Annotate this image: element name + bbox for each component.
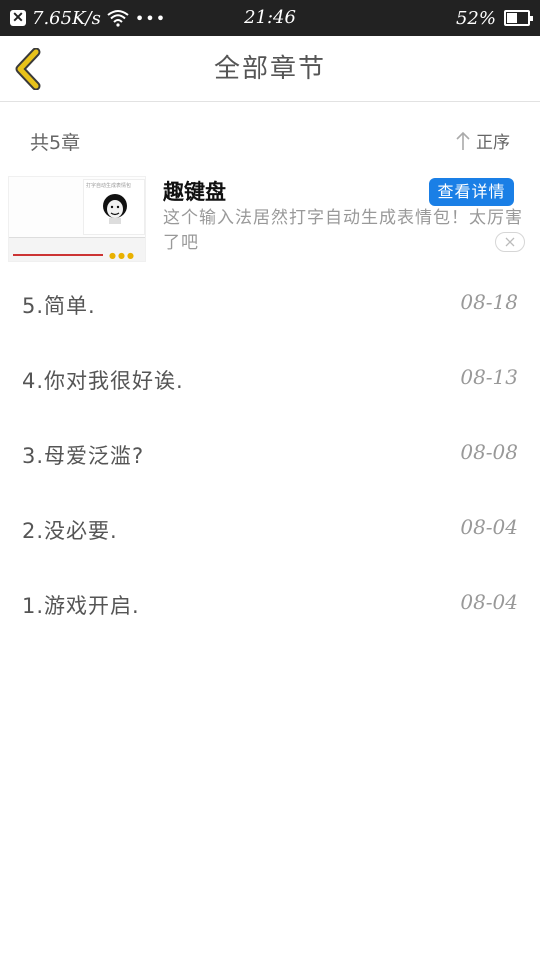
status-bar: ✕ 7.65K/s ••• 21:46 52%: [0, 0, 540, 36]
ad-thumbnail-emoji-dots: ●●●: [109, 251, 136, 260]
chapter-item[interactable]: 3.母爱泛滥? 08-08: [0, 418, 540, 493]
chapter-title: 2.没必要.: [22, 519, 118, 543]
chapter-date: 08-04: [460, 515, 518, 539]
chapter-item[interactable]: 5.简单. 08-18: [0, 268, 540, 343]
close-icon: [505, 237, 515, 247]
chapter-item[interactable]: 2.没必要. 08-04: [0, 493, 540, 568]
chapter-item[interactable]: 1.游戏开启. 08-04: [0, 568, 540, 643]
ad-thumbnail-keyboard: ●●●: [9, 237, 145, 261]
page-title: 全部章节: [213, 54, 326, 84]
chapter-list: 5.简单. 08-18 4.你对我很好诶. 08-13 3.母爱泛滥? 08-0…: [0, 268, 540, 643]
wifi-icon: [107, 10, 129, 27]
sort-order-button[interactable]: 正序: [456, 128, 510, 153]
chapter-date: 08-13: [460, 365, 518, 389]
chapter-title: 1.游戏开启.: [22, 594, 140, 618]
ad-thumbnail-card: 打字自动生成表情包: [83, 179, 145, 235]
chapter-title: 4.你对我很好诶.: [22, 369, 184, 393]
ad-banner[interactable]: 打字自动生成表情包 ●●● 趣键盘 这个输入法居然打字自动生成表情包！太厉害了吧…: [0, 170, 540, 262]
ad-description: 这个输入法居然打字自动生成表情包！太厉害了吧: [163, 208, 523, 253]
ad-thumbnail-caption: 打字自动生成表情包: [86, 183, 132, 189]
chapter-title: 3.母爱泛滥?: [22, 444, 145, 468]
sort-order-label: 正序: [476, 133, 510, 153]
ad-view-details-button[interactable]: 查看详情: [429, 178, 514, 206]
meme-face-icon: [103, 194, 127, 224]
close-notification-icon: ✕: [10, 10, 26, 26]
status-left: ✕ 7.65K/s •••: [10, 0, 166, 36]
battery-fill: [507, 13, 518, 23]
ad-title: 趣键盘: [163, 180, 226, 204]
chapter-item[interactable]: 4.你对我很好诶. 08-13: [0, 343, 540, 418]
chapter-date: 08-04: [460, 590, 518, 614]
chevron-left-icon: [15, 47, 41, 91]
chapter-title: 5.简单.: [22, 294, 96, 318]
chapter-count: 共5章: [30, 132, 81, 154]
back-button[interactable]: [12, 47, 46, 91]
ad-thumbnail: 打字自动生成表情包 ●●●: [8, 176, 146, 262]
arrow-up-icon: [456, 131, 470, 150]
network-speed: 7.65K/s: [32, 7, 101, 29]
battery-icon: [504, 10, 533, 26]
battery-percent: 52%: [455, 7, 496, 29]
chapter-summary-row: 共5章 正序: [0, 118, 540, 162]
ad-thumbnail-bar: [13, 254, 103, 256]
header: 全部章节: [0, 36, 540, 102]
status-right: 52%: [455, 0, 533, 36]
ad-close-button[interactable]: [495, 232, 525, 252]
chapter-date: 08-18: [460, 290, 518, 314]
chapter-date: 08-08: [460, 440, 518, 464]
more-notifications-icon: •••: [134, 8, 167, 28]
